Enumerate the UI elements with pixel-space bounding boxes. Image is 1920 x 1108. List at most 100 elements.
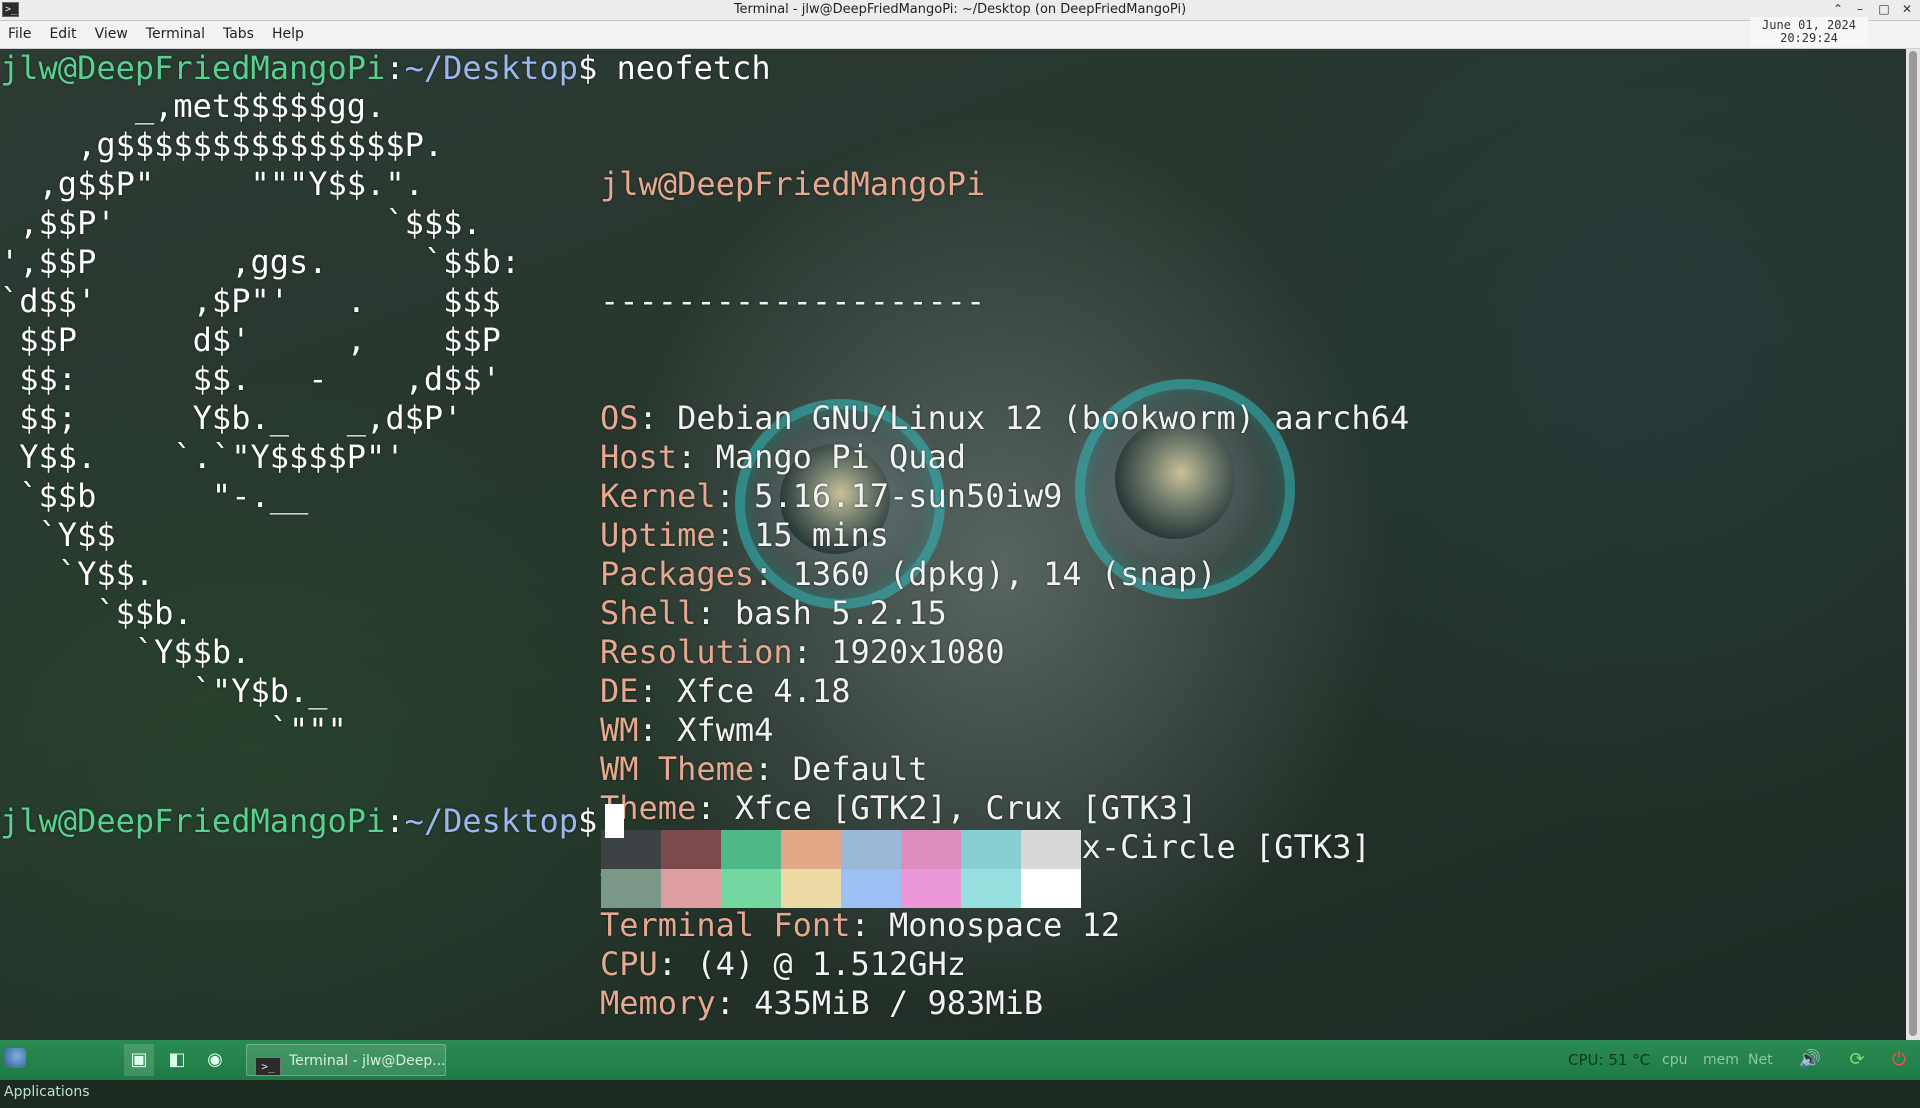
- prompt-symbol: $: [577, 49, 598, 87]
- cpu-temperature[interactable]: CPU: 51 °C: [1568, 1044, 1650, 1076]
- info-key: WM Theme: [600, 750, 755, 788]
- info-value: 15 mins: [754, 516, 889, 554]
- info-row: Theme: Xfce [GTK2], Crux [GTK3]: [600, 789, 1198, 827]
- scrollbar-thumb[interactable]: [1909, 51, 1917, 1036]
- prompt-user-host: jlw@DeepFriedMangoPi: [0, 802, 386, 840]
- menu-view[interactable]: View: [86, 21, 137, 48]
- prompt-separator: :: [385, 49, 405, 87]
- ascii-line: `$$b "-.__: [0, 477, 309, 515]
- clock-widget[interactable]: June 01, 2024 20:29:24: [1750, 17, 1868, 47]
- ascii-line: ,g$$P" """Y$$.".: [0, 165, 424, 203]
- info-row: WM Theme: Default: [600, 750, 928, 788]
- taskbar: Applications ▣ ◧ ◉ >_ Terminal - jlw@Deep…: [0, 1040, 1920, 1100]
- taskbar-window-terminal[interactable]: >_ Terminal - jlw@Deep...: [246, 1044, 446, 1076]
- info-value: Debian GNU/Linux 12 (bookworm) aarch64: [677, 399, 1410, 437]
- close-button[interactable]: ✕: [1899, 1, 1915, 18]
- info-key: DE: [600, 672, 639, 710]
- info-key: WM: [600, 711, 639, 749]
- menu-tabs[interactable]: Tabs: [214, 21, 263, 48]
- info-value: Xfce [GTK2], Crux [GTK3]: [734, 789, 1198, 827]
- screenshot-launcher-icon[interactable]: ◉: [200, 1044, 230, 1076]
- info-row: Resolution: 1920x1080: [600, 633, 1005, 671]
- menu-bar: File Edit View Terminal Tabs Help: [0, 21, 1920, 49]
- ascii-line: `d$$' ,$P"' . $$$: [0, 282, 501, 320]
- info-value: Default: [792, 750, 928, 788]
- taskbar-window-label: Terminal - jlw@Deep...: [289, 1053, 446, 1069]
- ascii-line: ,g$$$$$$$$$$$$$$$P.: [0, 126, 444, 164]
- info-key: Shell: [600, 594, 697, 632]
- color-swatch: [721, 830, 781, 869]
- ascii-line: `""": [0, 711, 347, 749]
- menu-help[interactable]: Help: [263, 21, 313, 48]
- window-titlebar[interactable]: >_ Terminal - jlw@DeepFriedMangoPi: ~/De…: [0, 0, 1920, 21]
- applications-menu-button[interactable]: Applications: [4, 1044, 116, 1100]
- menu-terminal[interactable]: Terminal: [137, 21, 214, 48]
- info-value: (4) @ 1.512GHz: [696, 945, 967, 983]
- color-swatch: [901, 869, 961, 908]
- command-line: jlw@DeepFriedMangoPi:~/Desktop$ neofetch: [0, 49, 771, 88]
- terminal-output[interactable]: jlw@DeepFriedMangoPi:~/Desktop$ neofetch…: [0, 49, 1906, 1040]
- color-swatch: [1021, 869, 1081, 908]
- color-swatch: [841, 869, 901, 908]
- info-row: OS: Debian GNU/Linux 12 (bookworm) aarch…: [600, 399, 1410, 437]
- refresh-icon[interactable]: ⟳: [1842, 1044, 1872, 1076]
- color-palette: [601, 830, 1081, 908]
- terminal-scrollbar[interactable]: [1906, 49, 1920, 1040]
- info-row: Shell: bash 5.2.15: [600, 594, 947, 632]
- menu-file[interactable]: File: [0, 21, 40, 48]
- clock-time: 20:29:24: [1780, 31, 1838, 45]
- ascii-line: $$: $$. - ,d$$': [0, 360, 501, 398]
- info-title: jlw@DeepFriedMangoPi: [600, 165, 986, 203]
- info-value: 435MiB / 983MiB: [754, 984, 1044, 1022]
- color-swatch: [661, 869, 721, 908]
- prompt-symbol: $: [577, 802, 598, 840]
- desktop-launcher-icon[interactable]: ▣: [124, 1044, 154, 1076]
- file-manager-launcher-icon[interactable]: ◧: [162, 1044, 192, 1076]
- color-swatch: [601, 869, 661, 908]
- prompt-user-host: jlw@DeepFriedMangoPi: [0, 49, 386, 87]
- ascii-line: $$; Y$b._ _,d$P': [0, 399, 463, 437]
- net-monitor[interactable]: Net: [1748, 1044, 1773, 1076]
- info-key: Terminal Font: [600, 906, 851, 944]
- text-cursor: [605, 804, 625, 838]
- power-icon[interactable]: ⏻: [1884, 1044, 1914, 1076]
- maximize-button[interactable]: □: [1876, 1, 1892, 18]
- color-swatch: [781, 869, 841, 908]
- info-row: Packages: 1360 (dpkg), 14 (snap): [600, 555, 1217, 593]
- color-swatch: [901, 830, 961, 869]
- ascii-line: ,$$P' `$$$.: [0, 204, 482, 242]
- ascii-line: `Y$$: [0, 516, 116, 554]
- minimize-button[interactable]: –: [1852, 1, 1868, 18]
- menu-edit[interactable]: Edit: [40, 21, 85, 48]
- info-key: Resolution: [600, 633, 793, 671]
- active-prompt-line[interactable]: jlw@DeepFriedMangoPi:~/Desktop$: [0, 802, 625, 841]
- info-value: 1360 (dpkg), 14 (snap): [792, 555, 1217, 593]
- color-swatch: [1021, 830, 1081, 869]
- shade-window-button[interactable]: ⌃: [1830, 1, 1846, 18]
- info-key: CPU: [600, 945, 658, 983]
- info-key: Memory: [600, 984, 716, 1022]
- info-key: OS: [600, 399, 639, 437]
- info-row: Memory: 435MiB / 983MiB: [600, 984, 1044, 1022]
- ascii-line: `Y$$.: [0, 555, 155, 593]
- ascii-line: Y$$. `.`"Y$$$$P"': [0, 438, 405, 476]
- cpu-monitor[interactable]: cpu: [1662, 1044, 1687, 1076]
- color-swatch: [961, 830, 1021, 869]
- ascii-line: $$P d$' , $$P: [0, 321, 501, 359]
- color-swatch: [781, 830, 841, 869]
- color-swatch: [721, 869, 781, 908]
- info-row: Host: Mango Pi Quad: [600, 438, 967, 476]
- prompt-separator: :: [385, 802, 405, 840]
- color-swatch: [661, 830, 721, 869]
- ascii-line: _,met$$$$$gg.: [0, 87, 386, 125]
- info-row: Uptime: 15 mins: [600, 516, 889, 554]
- info-row: WM: Xfwm4: [600, 711, 774, 749]
- ascii-line: `$$b.: [0, 594, 193, 632]
- applications-label: Applications: [4, 1084, 90, 1100]
- volume-icon[interactable]: 🔊: [1795, 1044, 1825, 1076]
- ascii-line: `Y$$b.: [0, 633, 251, 671]
- mem-monitor[interactable]: mem: [1703, 1044, 1739, 1076]
- info-row: DE: Xfce 4.18: [600, 672, 851, 710]
- info-row: Terminal Font: Monospace 12: [600, 906, 1121, 944]
- window-title: Terminal - jlw@DeepFriedMangoPi: ~/Deskt…: [733, 2, 1187, 17]
